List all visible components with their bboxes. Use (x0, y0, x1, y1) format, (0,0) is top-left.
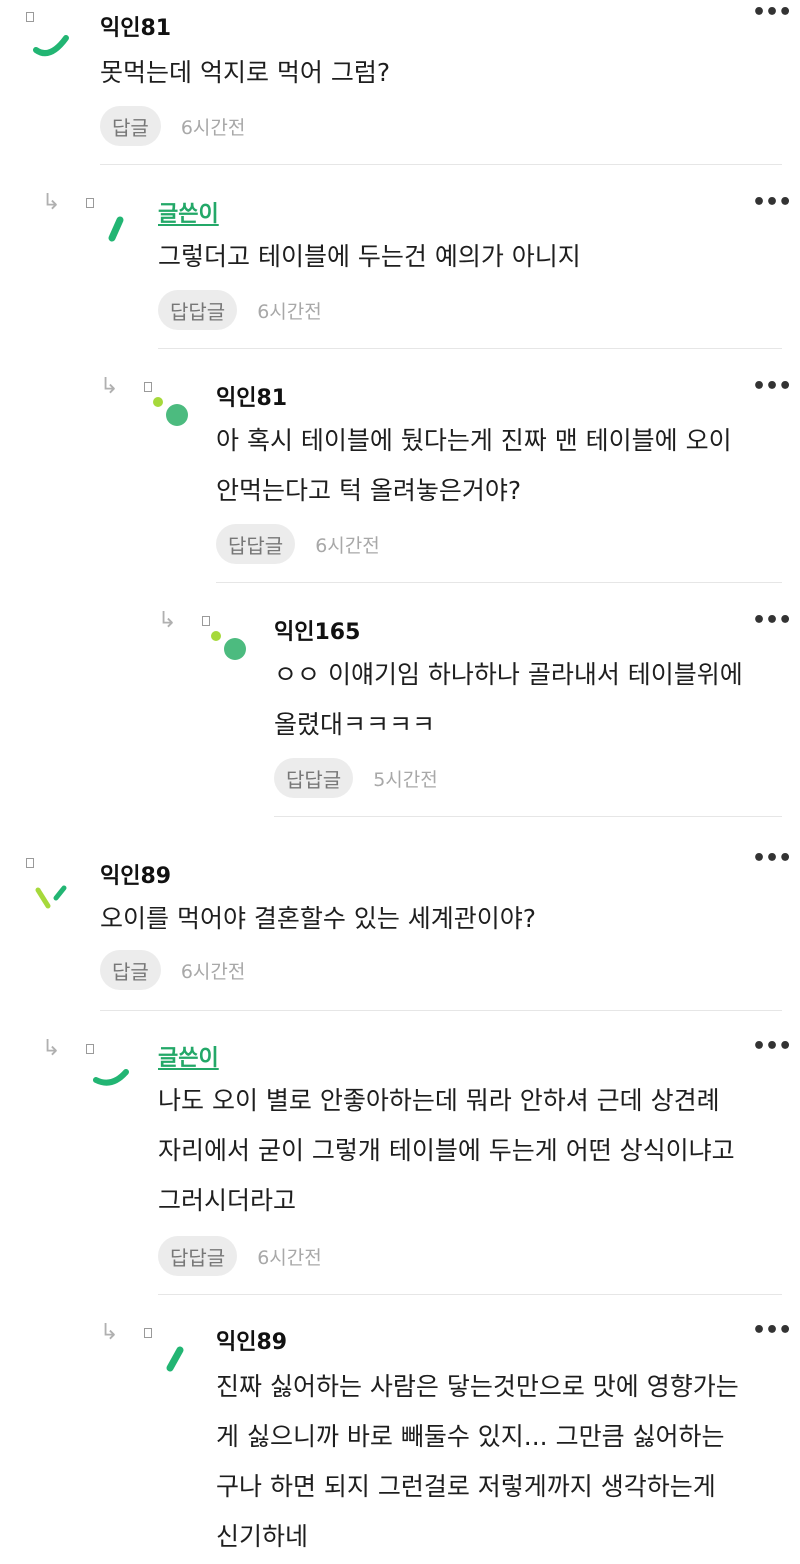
reply-button[interactable]: 답답글 (158, 290, 238, 330)
comment-body: 못먹는데 억지로 먹어 그럼? (100, 48, 390, 98)
avatar[interactable] (26, 12, 74, 72)
comment-reply-item: ↳ 글쓴이 나도 오이 별로 안좋아하는데 뭐라 안하셔 근데 상견례 자리에서… (0, 1030, 800, 1296)
broken-image-icon (144, 382, 152, 392)
comment-author[interactable]: 익인89 (100, 858, 171, 890)
comment-line: 안먹는다고 턱 올려놓은거야? (216, 476, 522, 505)
comment-body: 그렇더고 테이블에 두는건 예의가 아니지 (158, 232, 581, 282)
avatar[interactable] (144, 382, 192, 442)
divider (216, 582, 782, 583)
comment-reply-item: ↳ 익인89 진짜 싫어하는 사람은 닿는것만으로 맛에 영향가는 게 싫으니까… (0, 1314, 800, 1564)
broken-image-icon (202, 616, 210, 626)
comment-author[interactable]: 익인81 (100, 10, 171, 42)
broken-image-icon (144, 1328, 152, 1338)
comment-reply-item: ↳ 글쓴이 그렇더고 테이블에 두는건 예의가 아니지 답답글 6시간전 ••• (0, 184, 800, 350)
comment-line: 올렸대ㅋㅋㅋㅋ (274, 710, 436, 739)
broken-image-icon (26, 12, 34, 22)
comment-body: 아 혹시 테이블에 뒀다는게 진짜 맨 테이블에 오이 안먹는다고 턱 올려놓은… (216, 416, 732, 516)
comment-line: 오이를 먹어야 결혼할수 있는 세계관이야? (100, 904, 537, 933)
comment-time: 6시간전 (180, 116, 246, 139)
broken-image-icon (86, 1044, 94, 1054)
more-dots-icon[interactable]: ••• (752, 2, 792, 24)
reply-button[interactable]: 답답글 (216, 524, 296, 564)
divider (274, 816, 782, 817)
comment-meta: 답답글 5시간전 (274, 758, 438, 798)
comment-author[interactable]: 글쓴이 (158, 196, 219, 228)
comment-body: ㅇㅇ 이얘기임 하나하나 골라내서 테이블위에 올렸대ㅋㅋㅋㅋ (274, 650, 743, 750)
comment-meta: 답답글 6시간전 (216, 524, 380, 564)
more-dots-icon[interactable]: ••• (752, 848, 792, 870)
comment-item: 익인89 오이를 먹어야 결혼할수 있는 세계관이야? 답글 6시간전 ••• (0, 846, 800, 1012)
more-dots-icon[interactable]: ••• (752, 610, 792, 632)
comment-line: 구나 하면 되지 그런걸로 저렇게까지 생각하는게 (216, 1472, 716, 1501)
broken-image-icon (86, 198, 94, 208)
comment-line: 못먹는데 억지로 먹어 그럼? (100, 58, 391, 87)
comment-time: 6시간전 (257, 300, 322, 323)
reply-arrow-icon: ↳ (100, 374, 119, 399)
comment-body: 진짜 싫어하는 사람은 닿는것만으로 맛에 영향가는 게 싫으니까 바로 빼둘수… (216, 1362, 739, 1562)
comment-author[interactable]: 익인89 (216, 1324, 287, 1356)
comment-body: 오이를 먹어야 결혼할수 있는 세계관이야? (100, 894, 536, 944)
comment-author[interactable]: 익인165 (274, 614, 360, 646)
comment-time: 5시간전 (373, 768, 438, 791)
more-dots-icon[interactable]: ••• (752, 1036, 792, 1058)
reply-button[interactable]: 답답글 (158, 1236, 238, 1276)
reply-button[interactable]: 답글 (100, 950, 161, 990)
comment-meta: 답답글 6시간전 (158, 1236, 322, 1276)
reply-arrow-icon: ↳ (100, 1320, 119, 1345)
comment-line: ㅇㅇ 이얘기임 하나하나 골라내서 테이블위에 (274, 660, 743, 689)
comment-line: 게 싫으니까 바로 빼둘수 있지... 그만큼 싫어하는 (216, 1422, 725, 1451)
comment-line: 그러시더라고 (158, 1186, 297, 1215)
comment-meta: 답글 6시간전 (100, 950, 245, 990)
divider (158, 1294, 782, 1295)
comment-line: 자리에서 굳이 그렇개 테이블에 두는게 어떤 상식이냐고 (158, 1136, 735, 1165)
divider (100, 1010, 782, 1011)
comment-item: 익인81 못먹는데 억지로 먹어 그럼? 답글 6시간전 ••• (0, 0, 800, 166)
comment-reply-item: ↳ 익인81 아 혹시 테이블에 뒀다는게 진짜 맨 테이블에 오이 안먹는다고… (0, 368, 800, 584)
comment-time: 6시간전 (180, 960, 246, 983)
comment-body: 나도 오이 별로 안좋아하는데 뭐라 안하셔 근데 상견례 자리에서 굳이 그렇… (158, 1076, 735, 1226)
avatar[interactable] (202, 616, 250, 676)
more-dots-icon[interactable]: ••• (752, 192, 792, 214)
divider (100, 164, 782, 165)
avatar[interactable] (86, 1044, 134, 1104)
reply-arrow-icon: ↳ (158, 608, 177, 633)
comment-meta: 답글 6시간전 (100, 106, 245, 146)
avatar[interactable] (26, 858, 74, 918)
broken-image-icon (26, 858, 34, 868)
avatar[interactable] (86, 198, 134, 258)
reply-arrow-icon: ↳ (42, 190, 61, 215)
reply-arrow-icon: ↳ (42, 1036, 61, 1061)
comment-time: 6시간전 (315, 534, 380, 557)
comment-line: 신기하네 (216, 1522, 309, 1551)
comment-line: 그렇더고 테이블에 두는건 예의가 아니지 (158, 242, 581, 271)
comment-meta: 답답글 6시간전 (158, 290, 322, 330)
more-dots-icon[interactable]: ••• (752, 1320, 792, 1342)
comment-time: 6시간전 (257, 1246, 322, 1269)
comment-author[interactable]: 익인81 (216, 380, 287, 412)
more-dots-icon[interactable]: ••• (752, 376, 792, 398)
avatar[interactable] (144, 1328, 192, 1388)
comment-reply-item: ↳ 익인165 ㅇㅇ 이얘기임 하나하나 골라내서 테이블위에 올렸대ㅋㅋㅋㅋ … (0, 602, 800, 818)
comment-author[interactable]: 글쓴이 (158, 1040, 219, 1072)
comment-line: 나도 오이 별로 안좋아하는데 뭐라 안하셔 근데 상견례 (158, 1086, 720, 1115)
comment-line: 아 혹시 테이블에 뒀다는게 진짜 맨 테이블에 오이 (216, 426, 732, 455)
comment-line: 진짜 싫어하는 사람은 닿는것만으로 맛에 영향가는 (216, 1372, 739, 1401)
reply-button[interactable]: 답답글 (274, 758, 354, 798)
reply-button[interactable]: 답글 (100, 106, 161, 146)
divider (158, 348, 782, 349)
